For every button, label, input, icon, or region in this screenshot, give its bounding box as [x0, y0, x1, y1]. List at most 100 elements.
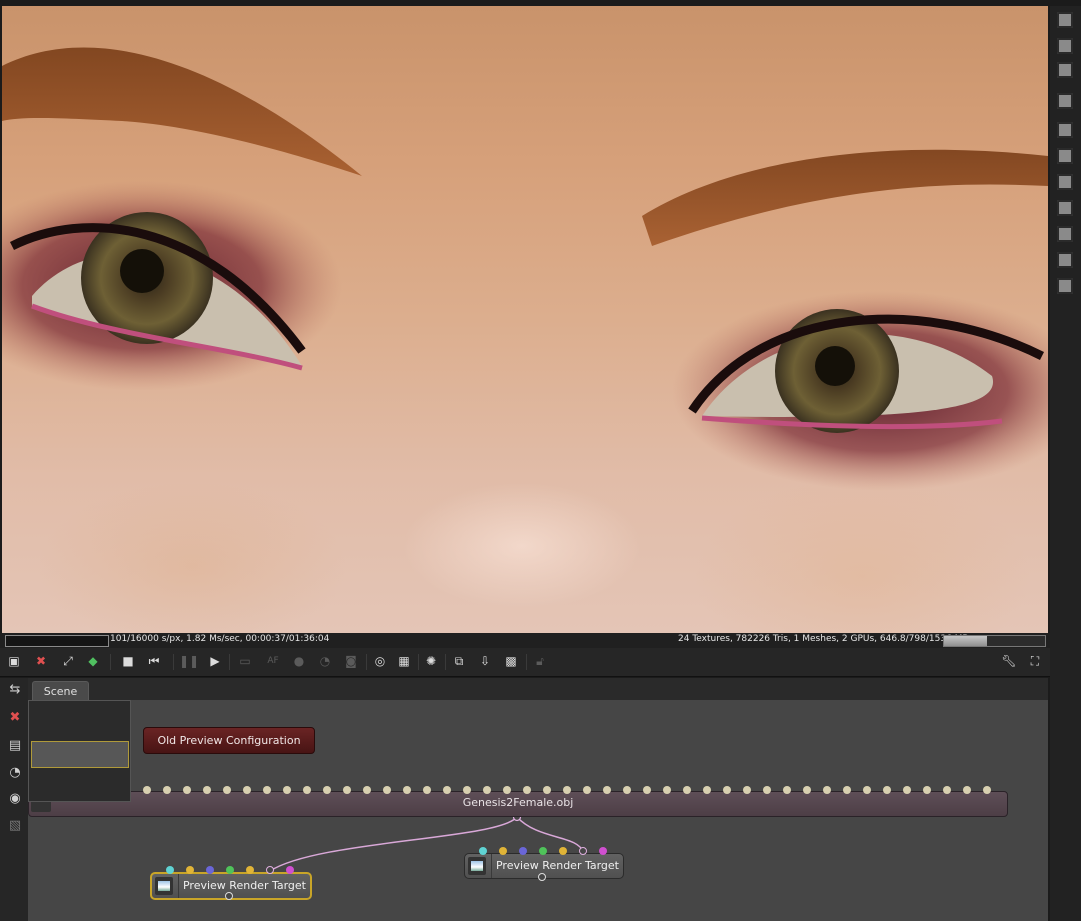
viewport-icon[interactable]: ▣	[7, 654, 21, 668]
render-target-output-pin[interactable]	[225, 892, 233, 900]
mesh-input-pin[interactable]	[403, 786, 411, 794]
mesh-input-pin[interactable]	[963, 786, 971, 794]
mesh-input-pin[interactable]	[903, 786, 911, 794]
graph-environment-icon[interactable]: ◉	[7, 791, 23, 807]
mesh-input-pin[interactable]	[763, 786, 771, 794]
mesh-input-pin[interactable]	[163, 786, 171, 794]
render-target-input-pin[interactable]	[286, 866, 294, 874]
mesh-input-pin[interactable]	[823, 786, 831, 794]
fullscreen-icon[interactable]: ⛶	[1028, 654, 1042, 668]
stop-icon[interactable]: ■	[121, 654, 135, 668]
render-target-input-pin[interactable]	[246, 866, 254, 874]
graph-material-icon[interactable]: ◔	[7, 765, 23, 781]
mesh-input-pin[interactable]	[263, 786, 271, 794]
mesh-input-pin[interactable]	[463, 786, 471, 794]
kernel-icon[interactable]	[1057, 252, 1073, 268]
mesh-input-pin[interactable]	[523, 786, 531, 794]
mesh-input-pin[interactable]	[443, 786, 451, 794]
mesh-input-pin[interactable]	[683, 786, 691, 794]
mesh-input-pin[interactable]	[623, 786, 631, 794]
mesh-input-pin[interactable]	[503, 786, 511, 794]
render-target-input-pin[interactable]	[479, 847, 487, 855]
minimap-viewport[interactable]	[31, 741, 129, 768]
render-target-input-pin[interactable]	[206, 866, 214, 874]
mesh-input-pin[interactable]	[663, 786, 671, 794]
checker-icon[interactable]: ▩	[504, 654, 518, 668]
old-preview-configuration-node[interactable]: Old Preview Configuration	[143, 727, 315, 754]
layers-icon[interactable]	[1057, 38, 1073, 54]
render-target-input-pin[interactable]	[226, 866, 234, 874]
copy-icon[interactable]: ⧉	[452, 654, 466, 668]
light-icon[interactable]	[1057, 226, 1073, 242]
mesh-input-pin[interactable]	[883, 786, 891, 794]
render-target-input-pin[interactable]	[166, 866, 174, 874]
af-icon[interactable]: AF	[266, 654, 280, 668]
pause-icon[interactable]: ❚❚	[179, 654, 199, 668]
mesh-input-pin[interactable]	[843, 786, 851, 794]
tab-scene[interactable]: Scene	[32, 681, 89, 701]
graph-minimap[interactable]	[28, 700, 131, 802]
mesh-input-pin[interactable]	[383, 786, 391, 794]
mesh-input-pin[interactable]	[143, 786, 151, 794]
render-target-input-pin[interactable]	[266, 866, 274, 874]
mesh-input-pin[interactable]	[703, 786, 711, 794]
camera-picker-icon[interactable]: ◙	[344, 654, 358, 668]
render-target-input-pin[interactable]	[519, 847, 527, 855]
camera-icon[interactable]	[1057, 122, 1073, 138]
mesh-input-pin[interactable]	[303, 786, 311, 794]
mesh-input-pin[interactable]	[363, 786, 371, 794]
mesh-input-pin[interactable]	[563, 786, 571, 794]
mesh-input-pin[interactable]	[743, 786, 751, 794]
mesh-input-pin[interactable]	[723, 786, 731, 794]
render-target-input-pin[interactable]	[579, 847, 587, 855]
mesh-input-pin[interactable]	[603, 786, 611, 794]
mesh-input-pin[interactable]	[283, 786, 291, 794]
render-target-input-pin[interactable]	[499, 847, 507, 855]
material-icon[interactable]	[1057, 278, 1073, 294]
passes-icon[interactable]	[1057, 62, 1073, 78]
restart-icon[interactable]: ⏮	[147, 654, 161, 668]
mesh-input-pin[interactable]	[783, 786, 791, 794]
graph-texture-icon[interactable]: ▧	[7, 818, 23, 834]
render-target-input-pin[interactable]	[539, 847, 547, 855]
clear-icon[interactable]: ✖	[34, 654, 48, 668]
display-icon[interactable]: ▭	[238, 654, 252, 668]
mesh-input-pin[interactable]	[243, 786, 251, 794]
mesh-input-pin[interactable]	[583, 786, 591, 794]
lock-icon[interactable]: 🔓︎	[533, 654, 547, 668]
region-icon[interactable]: ▦	[397, 654, 411, 668]
mesh-input-pin[interactable]	[943, 786, 951, 794]
render-target-icon[interactable]	[1057, 12, 1073, 28]
graph-camera-icon[interactable]: ▤	[7, 738, 23, 754]
mesh-input-pin[interactable]	[323, 786, 331, 794]
mesh-input-pin[interactable]	[643, 786, 651, 794]
wrench-icon[interactable]: 🔧︎	[1001, 654, 1016, 668]
render-target-input-pin[interactable]	[559, 847, 567, 855]
fit-icon[interactable]: ⤢	[61, 654, 75, 668]
mesh-input-pin[interactable]	[223, 786, 231, 794]
denoise-icon[interactable]: ✺	[424, 654, 438, 668]
mesh-input-pin[interactable]	[423, 786, 431, 794]
cube-icon[interactable]: ◆	[86, 654, 100, 668]
mesh-input-pin[interactable]	[983, 786, 991, 794]
play-icon[interactable]: ▶	[208, 654, 222, 668]
film-icon[interactable]	[1057, 148, 1073, 164]
mesh-input-pin[interactable]	[183, 786, 191, 794]
save-icon[interactable]: ⇩	[478, 654, 492, 668]
mesh-input-pin[interactable]	[803, 786, 811, 794]
render-viewport[interactable]	[2, 6, 1048, 633]
render-target-output-pin[interactable]	[538, 873, 546, 881]
mesh-input-pin[interactable]	[863, 786, 871, 794]
image-icon[interactable]	[1057, 93, 1073, 109]
render-target-input-pin[interactable]	[186, 866, 194, 874]
render-target-input-pin[interactable]	[599, 847, 607, 855]
mesh-input-pin[interactable]	[543, 786, 551, 794]
imager-icon[interactable]	[1057, 200, 1073, 216]
graph-clear-icon[interactable]: ✖	[7, 710, 23, 726]
focus-icon[interactable]: ◎	[373, 654, 387, 668]
material-picker-icon[interactable]: ◔	[318, 654, 332, 668]
node-graph-canvas[interactable]: Genesis2Female.obj Old Preview Configura…	[28, 700, 1048, 921]
mesh-input-pin[interactable]	[923, 786, 931, 794]
color-picker-icon[interactable]: ●	[292, 654, 306, 668]
mesh-input-pin[interactable]	[343, 786, 351, 794]
